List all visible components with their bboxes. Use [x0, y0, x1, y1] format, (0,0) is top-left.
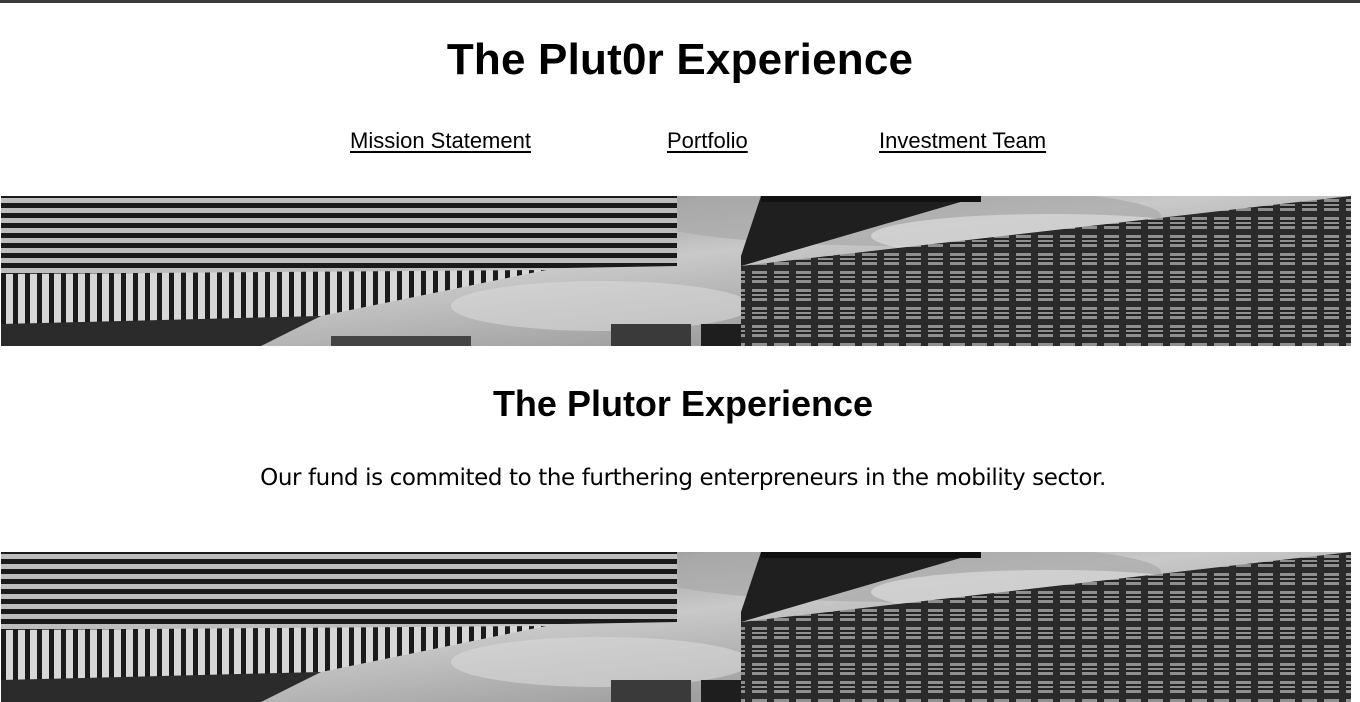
tagline-text: Our fund is commited to the furthering e…: [260, 465, 1106, 491]
site-title: The Plut0r Experience: [446, 35, 914, 84]
skyscraper-banner-image-2: [1, 552, 1351, 702]
nav-link-portfolio[interactable]: Portfolio: [667, 127, 748, 155]
top-border: [0, 0, 1360, 3]
section-title: The Plutor Experience: [492, 383, 874, 424]
skyscraper-banner-image: [1, 196, 1351, 346]
nav-link-investment-team[interactable]: Investment Team: [879, 127, 1046, 155]
nav-link-mission-statement[interactable]: Mission Statement: [350, 127, 531, 155]
